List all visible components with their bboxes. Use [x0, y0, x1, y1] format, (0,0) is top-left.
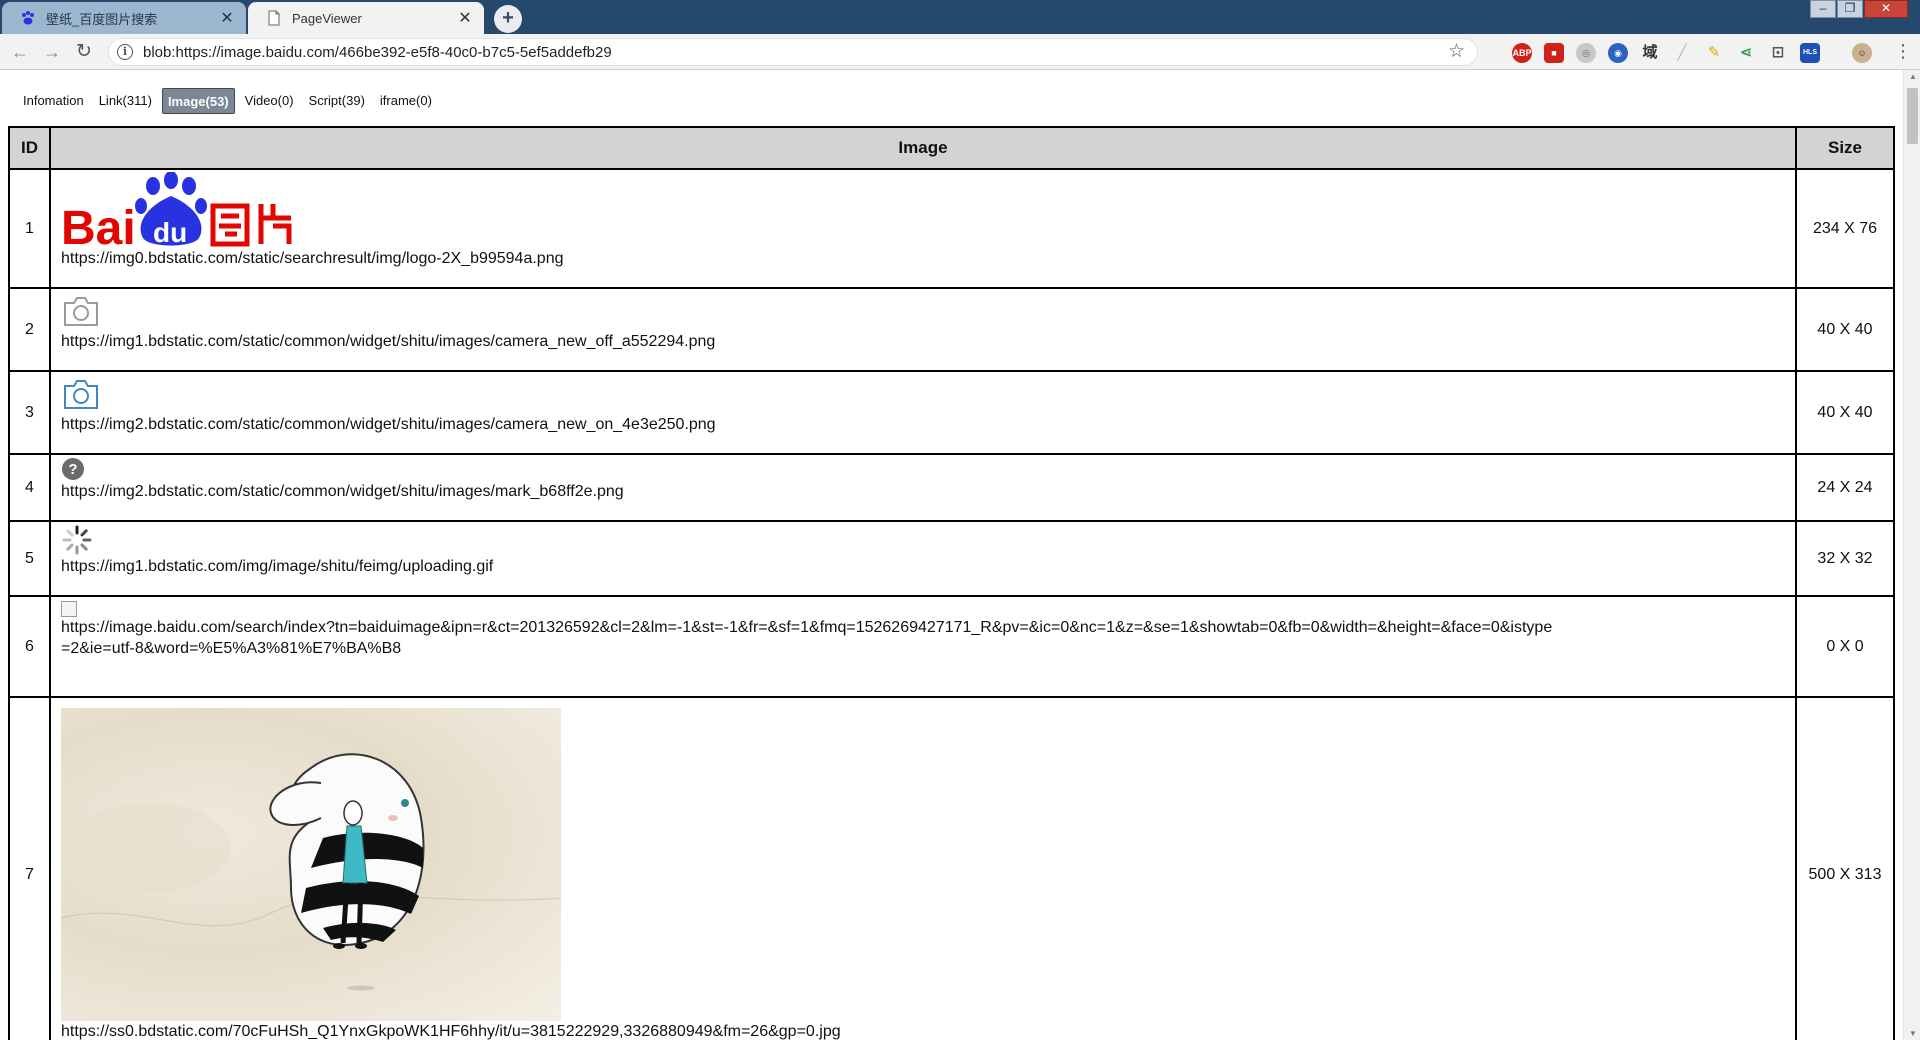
image-cell: https://image.baidu.com/search/index?tn=… — [49, 595, 1797, 698]
row-id: 2 — [8, 287, 51, 372]
svg-text:?: ? — [68, 461, 77, 478]
svg-text:du: du — [153, 217, 187, 248]
table-row: 6 https://image.baidu.com/search/index?t… — [8, 595, 1895, 698]
image-url[interactable]: https://img0.bdstatic.com/static/searchr… — [61, 248, 1785, 269]
image-cell: ? https://img2.bdstatic.com/static/commo… — [49, 453, 1797, 522]
size-column-header: Size — [1795, 126, 1895, 170]
table-header-row: ID Image Size — [8, 126, 1895, 170]
inspect-extension-icon[interactable]: ⊡ — [1768, 43, 1788, 63]
close-tab-icon[interactable]: ✕ — [214, 8, 240, 28]
table-row: 3 https://img2.bdstatic.com/static/commo… — [8, 370, 1895, 455]
id-column-header: ID — [8, 126, 51, 170]
forward-arrow-icon[interactable]: → — [40, 40, 64, 64]
browser-toolbar: ← → ↻ i blob:https://image.baidu.com/466… — [0, 34, 1920, 70]
image-cell: https://ss0.bdstatic.com/70cFuHSh_Q1YnxG… — [49, 696, 1797, 1040]
tab-image[interactable]: Image(53) — [161, 88, 235, 114]
back-arrow-icon[interactable]: ← — [8, 40, 32, 64]
image-table: ID Image Size 1 Bai du https://img0.bdst… — [8, 126, 1895, 1040]
browser-tab-pageviewer[interactable]: PageViewer ✕ — [248, 2, 484, 34]
page-viewer: Infomation Link(311) Image(53) Video(0) … — [0, 70, 1903, 1040]
image-cell: https://img1.bdstatic.com/static/common/… — [49, 287, 1797, 372]
scroll-up-icon[interactable]: ▲ — [1909, 72, 1917, 81]
row-id: 5 — [8, 520, 51, 597]
close-tab-icon[interactable]: ✕ — [452, 8, 478, 28]
vertical-scrollbar[interactable]: ▲ ▼ — [1903, 70, 1920, 1040]
row-id: 4 — [8, 453, 51, 522]
browser-tab-baidu[interactable]: 壁纸_百度图片搜索 ✕ — [2, 2, 246, 34]
image-cell: https://img1.bdstatic.com/img/image/shit… — [49, 520, 1797, 597]
image-size: 24 X 24 — [1795, 453, 1895, 522]
table-row: 5 https://img1.bdstatic.com/img/image/sh… — [8, 520, 1895, 597]
domain-extension-icon[interactable]: 域 — [1640, 43, 1660, 63]
table-row: 4 ? https://img2.bdstatic.com/static/com… — [8, 453, 1895, 522]
image-cell: Bai du https://img0.bdstatic.com/static/… — [49, 168, 1797, 289]
window-close-icon[interactable]: ✕ — [1864, 0, 1908, 18]
wallpaper-illustration[interactable] — [61, 708, 561, 1021]
tab-title: 壁纸_百度图片搜索 — [46, 11, 158, 27]
circle-extension-icon[interactable]: ◎ — [1576, 43, 1596, 63]
svg-text:Bai: Bai — [61, 202, 136, 248]
image-size: 0 X 0 — [1795, 595, 1895, 698]
baidu-image-logo[interactable]: Bai du — [61, 172, 295, 248]
image-size: 500 X 313 — [1795, 696, 1895, 1040]
camera-on-icon[interactable] — [61, 374, 101, 414]
hls-extension-icon[interactable]: HLS — [1800, 43, 1820, 63]
browser-menu-icon[interactable]: ⋮ — [1894, 41, 1912, 62]
new-tab-button[interactable]: + — [494, 5, 522, 33]
image-url[interactable]: https://img1.bdstatic.com/img/image/shit… — [61, 556, 1785, 577]
address-bar[interactable]: i blob:https://image.baidu.com/466be392-… — [108, 38, 1478, 66]
red-extension-icon[interactable]: ■ — [1544, 43, 1564, 63]
brush-extension-icon[interactable]: ✎ — [1704, 43, 1724, 63]
table-row: 7 https://ss0.bdstatic.com/70cFuHSh_Q1Yn… — [8, 696, 1895, 1040]
image-url[interactable]: https://image.baidu.com/search/index?tn=… — [61, 617, 1561, 659]
table-row: 2 https://img1.bdstatic.com/static/commo… — [8, 287, 1895, 372]
tab-script[interactable]: Script(39) — [304, 88, 370, 114]
share-extension-icon[interactable]: ⋖ — [1736, 43, 1756, 63]
avatar-icon[interactable]: ☺ — [1852, 43, 1872, 63]
window-controls: – ❐ ✕ — [1809, 0, 1908, 18]
scroll-down-icon[interactable]: ▼ — [1909, 1029, 1917, 1038]
camera-off-icon[interactable] — [61, 291, 101, 331]
image-url[interactable]: https://ss0.bdstatic.com/70cFuHSh_Q1YnxG… — [61, 1021, 1785, 1040]
row-id: 3 — [8, 370, 51, 455]
question-mark-icon[interactable]: ? — [61, 457, 85, 481]
image-size: 40 X 40 — [1795, 370, 1895, 455]
image-cell: https://img2.bdstatic.com/static/common/… — [49, 370, 1797, 455]
row-id: 6 — [8, 595, 51, 698]
table-row: 1 Bai du https://img0.bdstatic.com/stati… — [8, 168, 1895, 289]
image-size: 32 X 32 — [1795, 520, 1895, 597]
loading-spinner-icon[interactable] — [61, 524, 93, 556]
row-id: 7 — [8, 696, 51, 1040]
browser-tabstrip: 壁纸_百度图片搜索 ✕ PageViewer ✕ + – ❐ ✕ — [0, 0, 1920, 34]
image-size: 40 X 40 — [1795, 287, 1895, 372]
bookmark-star-icon[interactable]: ☆ — [1448, 40, 1465, 63]
restore-icon[interactable]: ❐ — [1837, 0, 1863, 18]
broken-image-icon[interactable] — [61, 601, 77, 617]
baidu-paw-icon — [22, 11, 34, 25]
globe-extension-icon[interactable]: ◉ — [1608, 43, 1628, 63]
image-url[interactable]: https://img1.bdstatic.com/static/common/… — [61, 331, 1785, 352]
pen-extension-icon[interactable]: ╱ — [1672, 43, 1692, 63]
image-url[interactable]: https://img2.bdstatic.com/static/common/… — [61, 414, 1785, 435]
tab-iframe[interactable]: iframe(0) — [375, 88, 437, 114]
tab-title: PageViewer — [292, 10, 362, 26]
row-id: 1 — [8, 168, 51, 289]
reload-icon[interactable]: ↻ — [72, 40, 96, 64]
page-icon — [268, 10, 280, 26]
tab-video[interactable]: Video(0) — [240, 88, 299, 114]
image-url[interactable]: https://img2.bdstatic.com/static/common/… — [61, 481, 1785, 502]
tab-infomation[interactable]: Infomation — [18, 88, 89, 114]
info-icon[interactable]: i — [117, 44, 133, 60]
viewer-tabs: Infomation Link(311) Image(53) Video(0) … — [18, 88, 442, 114]
image-size: 234 X 76 — [1795, 168, 1895, 289]
adblock-extension-icon[interactable]: ABP — [1512, 43, 1532, 63]
scroll-thumb[interactable] — [1907, 88, 1918, 144]
tab-link[interactable]: Link(311) — [94, 88, 157, 114]
address-url[interactable]: blob:https://image.baidu.com/466be392-e5… — [143, 44, 612, 61]
minimize-icon[interactable]: – — [1810, 0, 1836, 18]
image-column-header: Image — [49, 126, 1797, 170]
illustration-drawing — [61, 753, 561, 991]
